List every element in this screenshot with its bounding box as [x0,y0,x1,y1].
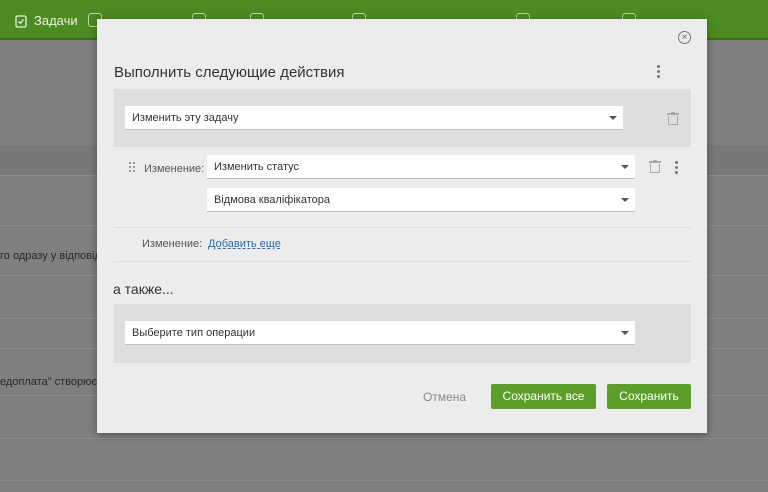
more-options-icon[interactable] [673,161,679,176]
more-options-icon[interactable] [655,65,661,80]
nav-item-tasks-label: Задачи [34,13,78,28]
add-change-section: Изменение: Добавить еще [114,228,691,262]
save-all-button[interactable]: Сохранить все [491,384,596,409]
divider [0,480,768,481]
chevron-down-icon [609,116,617,120]
status-value-select[interactable]: Відмова кваліфікатора [207,188,635,212]
add-change-label: Изменение: [142,238,203,250]
chevron-down-icon [621,198,629,202]
add-more-link[interactable]: Добавить еще [208,238,281,250]
clipboard-icon [15,14,27,28]
table-row: го одразу у відповід [0,250,101,262]
action-select-value: Изменить эту задачу [132,112,239,124]
actions-dialog: × Выполнить следующие действия Изменить … [97,19,707,433]
action-select[interactable]: Изменить эту задачу [125,106,623,130]
change-field-select[interactable]: Изменить статус [207,155,635,179]
drag-handle-icon[interactable] [129,162,135,174]
trash-icon[interactable] [649,160,661,173]
action-section: Изменить эту задачу [114,89,691,147]
operation-section: Выберите тип операции [114,304,691,363]
status-value: Відмова кваліфікатора [214,194,330,206]
divider [0,438,768,439]
change-label: Изменение: [144,163,205,175]
save-button[interactable]: Сохранить [607,384,691,409]
close-icon[interactable]: × [678,31,691,44]
operation-type-select[interactable]: Выберите тип операции [125,321,635,345]
chevron-down-icon [621,165,629,169]
trash-icon[interactable] [667,112,679,125]
dialog-title: Выполнить следующие действия [114,64,345,81]
also-title: а также... [113,281,174,297]
operation-type-placeholder: Выберите тип операции [132,327,256,339]
table-row: едоплата" створюєть [0,376,108,388]
nav-item-tasks[interactable]: Задачи [14,13,78,28]
chevron-down-icon [621,331,629,335]
cancel-button[interactable]: Отмена [423,390,466,404]
change-field-value: Изменить статус [214,161,300,173]
change-section: Изменение: Изменить статус Відмова квалі… [114,147,691,228]
